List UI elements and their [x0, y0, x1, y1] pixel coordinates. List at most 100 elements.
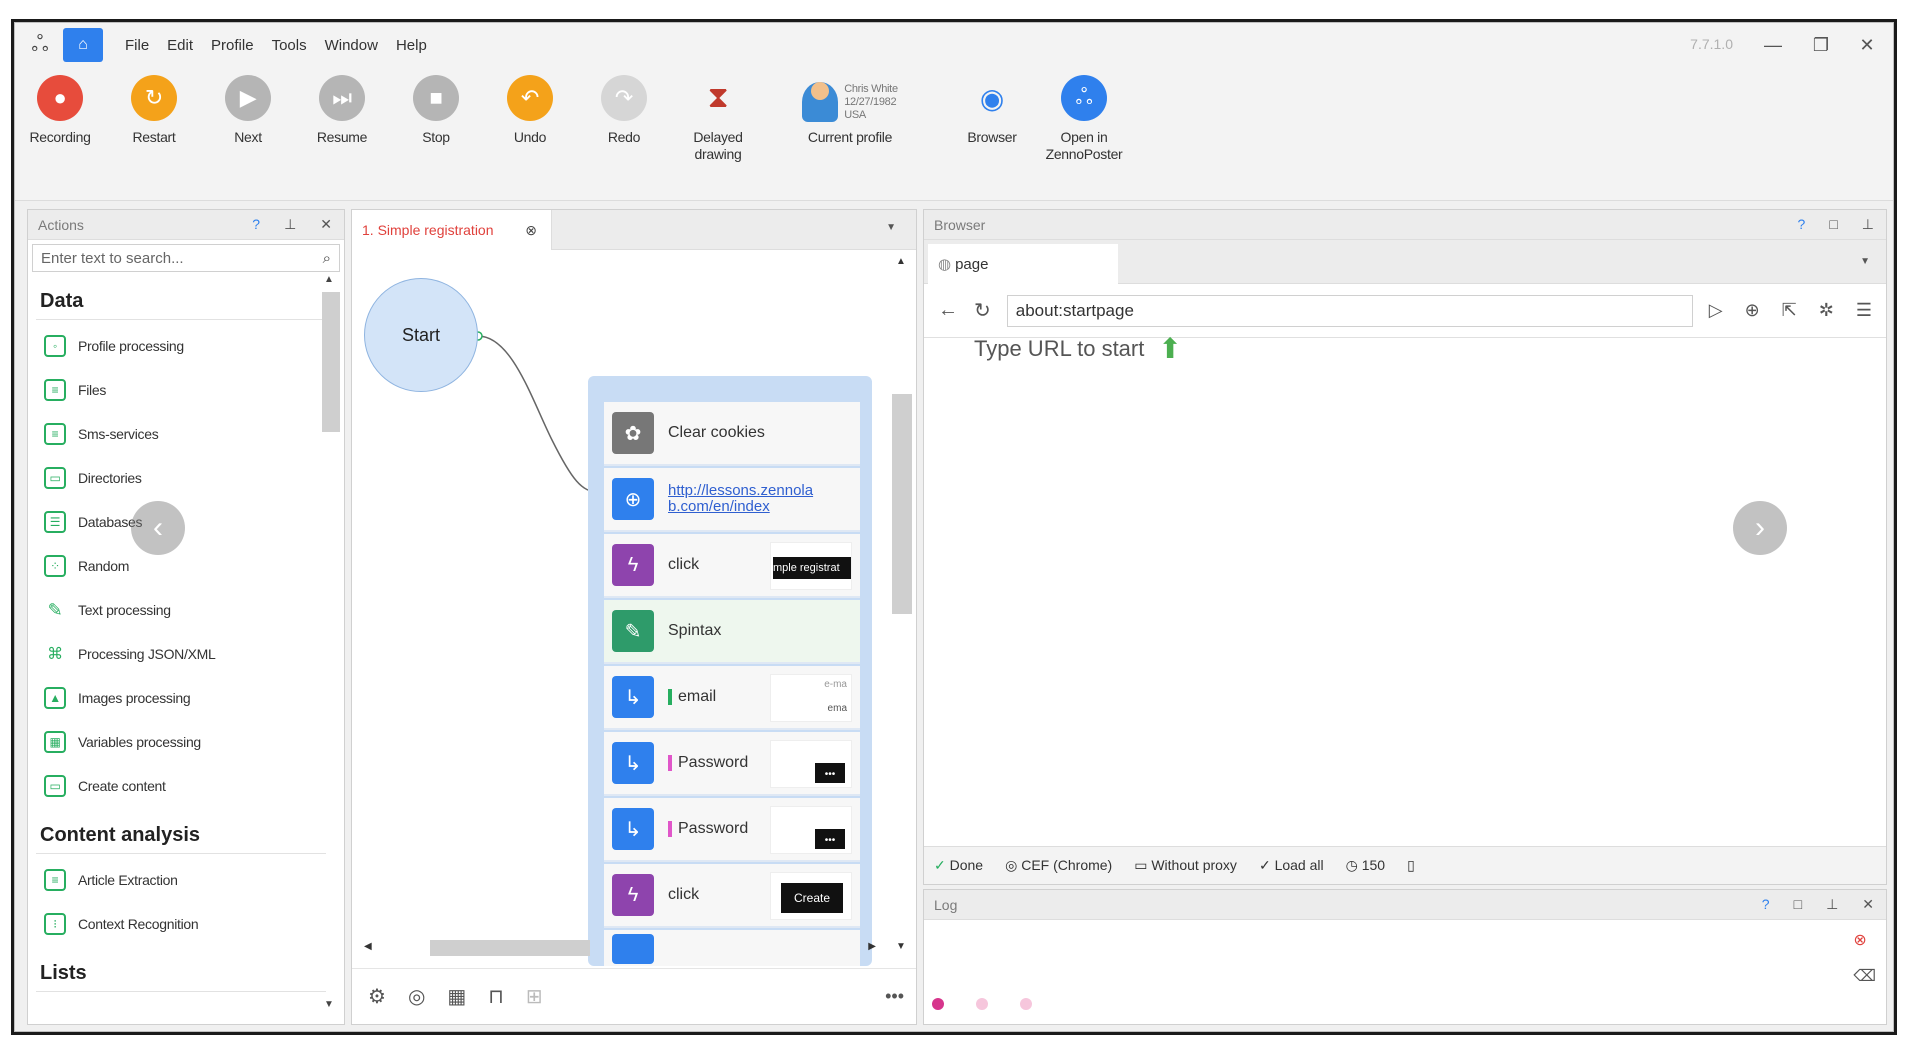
- action-json-xml[interactable]: ⌘ Processing JSON/XML: [36, 632, 326, 676]
- node-click-2[interactable]: ϟ click Create: [604, 864, 860, 928]
- node-email[interactable]: ↳ email e-ma ema: [604, 666, 860, 730]
- settings-icon[interactable]: ⚙: [368, 984, 386, 1009]
- menu-edit[interactable]: Edit: [167, 37, 193, 54]
- scroll-thumb[interactable]: [430, 940, 590, 956]
- scroll-thumb[interactable]: [322, 292, 340, 432]
- action-random[interactable]: ⁘ Random: [36, 544, 326, 588]
- grid-icon[interactable]: ▦: [447, 984, 466, 1009]
- home-icon[interactable]: ⌂: [63, 28, 103, 62]
- clear-log-icon[interactable]: ⌫: [1853, 966, 1876, 986]
- browser-tab-page[interactable]: ◍ page: [928, 244, 1118, 284]
- scroll-up-icon[interactable]: ▲: [896, 256, 906, 267]
- canvas-horizontal-scrollbar[interactable]: ◀ ▶: [360, 938, 880, 958]
- user-circle-icon[interactable]: ◎: [408, 984, 425, 1009]
- redo-button[interactable]: ↷ Redo: [579, 75, 669, 146]
- mouse-icon[interactable]: ▯: [1407, 857, 1415, 874]
- action-variables-processing[interactable]: ▦ Variables processing: [36, 720, 326, 764]
- timeout-selector[interactable]: ◷ 150: [1346, 857, 1385, 874]
- more-icon[interactable]: •••: [885, 986, 904, 1007]
- action-text-processing[interactable]: ✎ Text processing: [36, 588, 326, 632]
- stop-button[interactable]: ■ Stop: [391, 75, 481, 146]
- load-selector[interactable]: ✓ Load all: [1259, 857, 1324, 874]
- restart-button[interactable]: ↻ Restart: [109, 75, 199, 146]
- close-icon[interactable]: ✕: [320, 216, 332, 233]
- action-sms-services[interactable]: ≡ Sms-services: [36, 412, 326, 456]
- action-profile-processing[interactable]: ◦ Profile processing: [36, 324, 326, 368]
- help-icon[interactable]: ?: [1762, 896, 1770, 913]
- delayed-drawing-button[interactable]: ⧗ Delayed drawing: [673, 75, 763, 163]
- node-password-1[interactable]: ↳ Password •••: [604, 732, 860, 796]
- maximize-icon[interactable]: □: [1829, 216, 1837, 233]
- node-clear-cookies[interactable]: ✿ Clear cookies: [604, 402, 860, 466]
- search-input[interactable]: Enter text to search...: [41, 250, 184, 267]
- action-directories[interactable]: ▭ Directories: [36, 456, 326, 500]
- scroll-down-icon[interactable]: ▼: [896, 941, 906, 952]
- scroll-up-icon[interactable]: ▲: [324, 274, 334, 285]
- menu-file[interactable]: File: [125, 37, 149, 54]
- undo-label: Undo: [513, 129, 547, 145]
- action-article-extraction[interactable]: ≡ Article Extraction: [36, 858, 326, 902]
- chrome-icon: ◎: [1005, 857, 1018, 873]
- actions-search[interactable]: Enter text to search... ⌕: [32, 244, 340, 272]
- add-icon[interactable]: ⊞: [526, 984, 543, 1009]
- scroll-left-icon[interactable]: ◀: [364, 941, 372, 952]
- section-content-analysis[interactable]: Content analysis: [36, 816, 326, 854]
- section-data[interactable]: Data: [36, 282, 326, 320]
- actions-scrollbar[interactable]: ▲ ▼: [320, 272, 340, 1012]
- minimize-icon[interactable]: —: [1757, 31, 1789, 59]
- slide-dot-1[interactable]: [932, 998, 944, 1010]
- browser-button[interactable]: ◉ Browser: [947, 75, 1037, 146]
- restore-icon[interactable]: ❐: [1805, 31, 1837, 59]
- menu-help[interactable]: Help: [396, 37, 427, 54]
- engine-selector[interactable]: ◎ CEF (Chrome): [1005, 857, 1112, 874]
- node-navigate[interactable]: ⊕ http://lessons.zennola b.com/en/index: [604, 468, 860, 532]
- error-filter-icon[interactable]: ⊗: [1853, 930, 1876, 950]
- next-button[interactable]: ▶ Next: [203, 75, 293, 146]
- close-icon[interactable]: ✕: [1851, 31, 1883, 59]
- lock-icon[interactable]: ⊓: [488, 984, 504, 1009]
- menu-window[interactable]: Window: [325, 37, 378, 54]
- next-slide-icon[interactable]: ›: [1733, 501, 1787, 555]
- menu-tools[interactable]: Tools: [272, 37, 307, 54]
- menu-profile[interactable]: Profile: [211, 37, 254, 54]
- node-thumbnail: •••: [770, 806, 852, 854]
- scroll-down-icon[interactable]: ▼: [324, 999, 334, 1010]
- action-files[interactable]: ≡ Files: [36, 368, 326, 412]
- pin-icon[interactable]: ⊥: [1862, 216, 1874, 233]
- scroll-right-icon[interactable]: ▶: [868, 941, 876, 952]
- app-logo-icon[interactable]: ஃ: [23, 28, 57, 62]
- undo-button[interactable]: ↶ Undo: [485, 75, 575, 146]
- node-spintax[interactable]: ✎ Spintax: [604, 600, 860, 664]
- start-node[interactable]: Start: [364, 278, 478, 392]
- maximize-icon[interactable]: □: [1794, 896, 1802, 913]
- recording-button[interactable]: ● Recording: [15, 75, 105, 146]
- scroll-thumb[interactable]: [892, 394, 912, 614]
- help-icon[interactable]: ?: [1798, 216, 1806, 233]
- node-click-1[interactable]: ϟ click mple registrat: [604, 534, 860, 598]
- prev-slide-icon[interactable]: ‹: [131, 501, 185, 555]
- proxy-selector[interactable]: ▭ Without proxy: [1134, 857, 1237, 874]
- log-panel: Log ? □ ⊥ ✕ ⊗ ⌫: [923, 889, 1887, 1025]
- help-icon[interactable]: ?: [252, 216, 260, 233]
- slide-dot-2[interactable]: [976, 998, 988, 1010]
- chevron-down-icon[interactable]: ▼: [1860, 256, 1870, 267]
- action-context-recognition[interactable]: ⁝ Context Recognition: [36, 902, 326, 946]
- resume-button[interactable]: ⏭ Resume: [297, 75, 387, 146]
- pin-icon[interactable]: ⊥: [1826, 896, 1838, 913]
- current-profile-button[interactable]: Chris White 12/27/1982 USA Current profi…: [775, 75, 925, 146]
- section-lists[interactable]: Lists: [36, 954, 326, 992]
- action-create-content[interactable]: ▭ Create content: [36, 764, 326, 808]
- pin-icon[interactable]: ⊥: [284, 216, 296, 233]
- link-line-1[interactable]: http://lessons.zennola: [668, 482, 813, 499]
- link-line-2[interactable]: b.com/en/index: [668, 498, 770, 515]
- slide-dot-3[interactable]: [1020, 998, 1032, 1010]
- open-in-zennoposter-button[interactable]: ஃ Open in ZennoPoster: [1039, 75, 1129, 163]
- action-images-processing[interactable]: ▲ Images processing: [36, 676, 326, 720]
- action-group[interactable]: ✿ Clear cookies ⊕ http://lessons.zennola…: [588, 376, 872, 966]
- next-label: Next: [234, 129, 262, 145]
- canvas-vertical-scrollbar[interactable]: ▲ ▼: [890, 254, 912, 954]
- zennoposter-icon: ஃ: [1061, 75, 1107, 121]
- search-icon[interactable]: ⌕: [323, 250, 331, 267]
- node-password-2[interactable]: ↳ Password •••: [604, 798, 860, 862]
- close-icon[interactable]: ✕: [1862, 896, 1874, 913]
